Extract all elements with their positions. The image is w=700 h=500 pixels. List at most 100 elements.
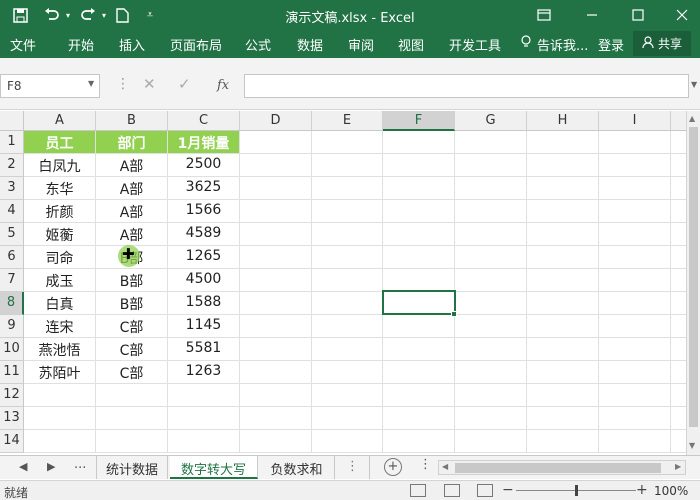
horizontal-scrollbar[interactable]: ◀ ▶ <box>438 460 686 475</box>
empty-cell[interactable] <box>599 430 671 453</box>
empty-cell[interactable] <box>455 338 527 361</box>
scroll-down-icon[interactable]: ▼ <box>689 441 695 450</box>
scroll-left-icon[interactable]: ◀ <box>442 462 448 471</box>
table-cell[interactable]: C部 <box>96 338 168 361</box>
sheet-bar-grip-icon[interactable]: ⋮ <box>419 457 432 472</box>
add-sheet-icon[interactable]: + <box>384 458 402 476</box>
table-cell[interactable]: 姬蘅 <box>24 223 96 246</box>
empty-cell[interactable] <box>671 338 686 361</box>
empty-cell[interactable] <box>671 292 686 315</box>
empty-cell[interactable] <box>312 269 383 292</box>
table-cell[interactable]: 折颜 <box>24 200 96 223</box>
empty-cell[interactable] <box>671 177 686 200</box>
sheet-tab-stats[interactable]: 统计数据 <box>96 456 168 479</box>
empty-cell[interactable] <box>671 131 686 154</box>
tab-data[interactable]: 数据 <box>297 35 323 54</box>
empty-cell[interactable] <box>599 200 671 223</box>
fill-handle[interactable] <box>451 311 457 317</box>
empty-cell[interactable] <box>599 407 671 430</box>
empty-cell[interactable] <box>383 384 455 407</box>
table-cell[interactable]: 5581 <box>168 338 240 361</box>
table-cell[interactable]: 东华 <box>24 177 96 200</box>
empty-cell[interactable] <box>383 177 455 200</box>
empty-cell[interactable] <box>240 177 312 200</box>
table-header-cell[interactable]: 员工 <box>24 131 96 154</box>
page-break-view-icon[interactable] <box>477 484 493 497</box>
empty-cell[interactable] <box>312 361 383 384</box>
empty-cell[interactable] <box>24 384 96 407</box>
table-cell[interactable]: 4589 <box>168 223 240 246</box>
row-header-14[interactable]: 14 <box>0 430 24 453</box>
empty-cell[interactable] <box>455 131 527 154</box>
empty-cell[interactable] <box>527 131 599 154</box>
scroll-right-icon[interactable]: ▶ <box>675 462 681 471</box>
empty-cell[interactable] <box>383 246 455 269</box>
sheet-tab-number-to-uppercase[interactable]: 数字转大写 <box>170 456 258 479</box>
empty-cell[interactable] <box>383 200 455 223</box>
table-cell[interactable]: A部 <box>96 177 168 200</box>
empty-cell[interactable] <box>527 338 599 361</box>
column-header-i[interactable]: I <box>599 111 671 131</box>
vertical-scroll-thumb[interactable] <box>689 127 698 427</box>
empty-cell[interactable] <box>455 200 527 223</box>
empty-cell[interactable] <box>240 131 312 154</box>
row-header-1[interactable]: 1 <box>0 131 24 154</box>
empty-cell[interactable] <box>240 315 312 338</box>
tab-developer[interactable]: 开发工具 <box>449 35 501 54</box>
row-header-4[interactable]: 4 <box>0 200 24 223</box>
empty-cell[interactable] <box>240 292 312 315</box>
column-header-g[interactable]: G <box>455 111 527 131</box>
empty-cell[interactable] <box>312 131 383 154</box>
empty-cell[interactable] <box>96 430 168 453</box>
empty-cell[interactable] <box>671 223 686 246</box>
table-cell[interactable]: 3625 <box>168 177 240 200</box>
enter-icon[interactable]: ✓ <box>178 75 191 93</box>
empty-cell[interactable] <box>671 407 686 430</box>
empty-cell[interactable] <box>24 407 96 430</box>
table-cell[interactable]: 1566 <box>168 200 240 223</box>
share-button[interactable]: 共享 <box>633 31 691 56</box>
empty-cell[interactable] <box>168 384 240 407</box>
empty-cell[interactable] <box>455 223 527 246</box>
table-cell[interactable]: 1265 <box>168 246 240 269</box>
empty-cell[interactable] <box>383 154 455 177</box>
empty-cell[interactable] <box>312 223 383 246</box>
empty-cell[interactable] <box>312 177 383 200</box>
empty-cell[interactable] <box>96 407 168 430</box>
column-header-a[interactable]: A <box>24 111 96 131</box>
empty-cell[interactable] <box>312 200 383 223</box>
sheet-tab-negative-sum[interactable]: 负数求和 <box>259 456 335 479</box>
table-cell[interactable]: 苏陌叶 <box>24 361 96 384</box>
more-sheets-button[interactable]: ... <box>74 457 86 472</box>
sheet-tab-partial[interactable]: ⋮ <box>336 456 370 479</box>
insert-function-button[interactable]: fx <box>217 78 229 93</box>
empty-cell[interactable] <box>527 292 599 315</box>
empty-cell[interactable] <box>383 315 455 338</box>
empty-cell[interactable] <box>599 292 671 315</box>
empty-cell[interactable] <box>455 177 527 200</box>
empty-cell[interactable] <box>599 315 671 338</box>
table-header-cell[interactable]: 部门 <box>96 131 168 154</box>
empty-cell[interactable] <box>240 384 312 407</box>
table-cell[interactable]: C部 <box>96 315 168 338</box>
name-box[interactable]: F8 <box>0 74 100 98</box>
maximize-icon[interactable] <box>626 4 650 26</box>
row-header-2[interactable]: 2 <box>0 154 24 177</box>
empty-cell[interactable] <box>671 315 686 338</box>
table-cell[interactable]: A部 <box>96 223 168 246</box>
empty-cell[interactable] <box>240 269 312 292</box>
empty-cell[interactable] <box>312 292 383 315</box>
empty-cell[interactable] <box>168 407 240 430</box>
column-header-c[interactable]: C <box>168 111 240 131</box>
close-icon[interactable] <box>670 4 694 26</box>
zoom-slider-thumb[interactable] <box>575 485 578 496</box>
row-header-3[interactable]: 3 <box>0 177 24 200</box>
row-header-8[interactable]: 8 <box>0 292 24 315</box>
zoom-out-icon[interactable]: − <box>502 482 514 498</box>
empty-cell[interactable] <box>599 384 671 407</box>
empty-cell[interactable] <box>312 407 383 430</box>
normal-view-icon[interactable] <box>410 484 426 497</box>
empty-cell[interactable] <box>599 338 671 361</box>
row-header-9[interactable]: 9 <box>0 315 24 338</box>
empty-cell[interactable] <box>671 154 686 177</box>
